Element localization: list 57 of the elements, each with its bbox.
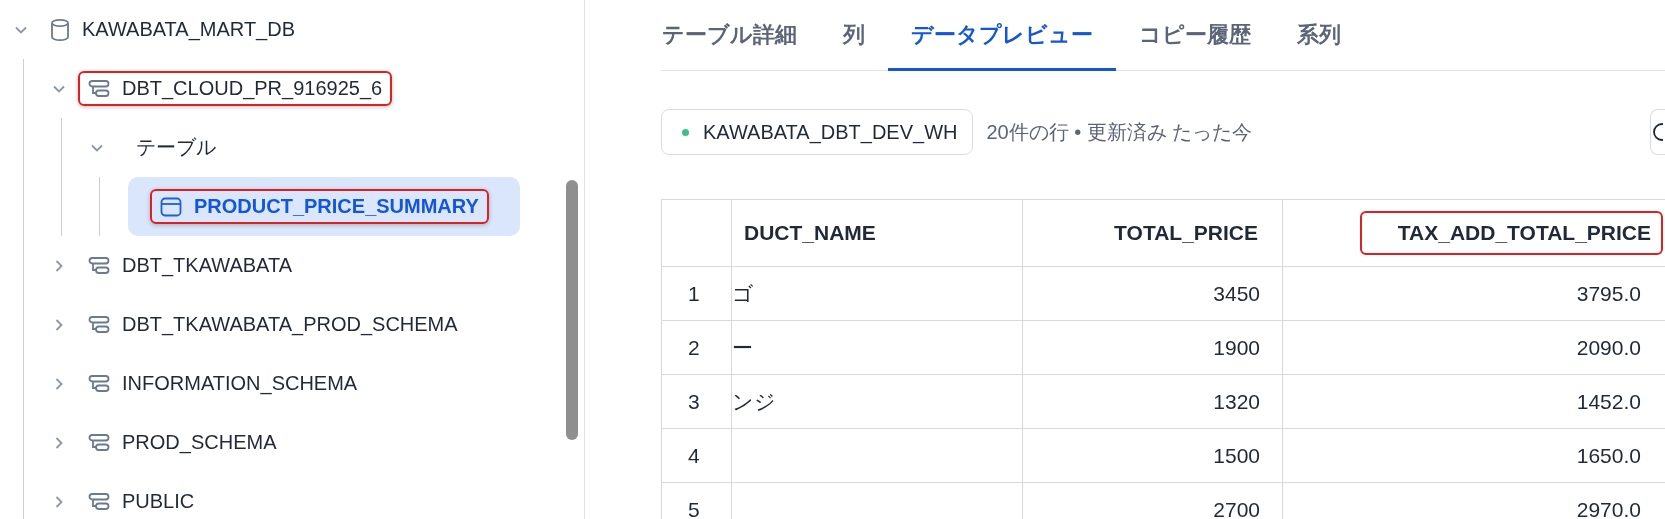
row-number: 4 [688,443,700,468]
row-summary: 20件の行 • 更新済み たった今 [986,119,1253,145]
row-number: 3 [688,389,700,414]
table-cell: 2970.0 [1576,497,1641,519]
table-cell: 1320 [1213,389,1260,414]
tree-label: PUBLIC [122,490,195,513]
tree-item[interactable]: PROD_SCHEMA [52,413,584,472]
row-number: 5 [688,497,700,519]
tree-label: KAWABATA_MART_DB [82,18,295,41]
schema-icon [88,314,110,335]
tree-label: PROD_SCHEMA [122,431,277,454]
tab[interactable]: 系列 [1274,0,1364,71]
tree-item[interactable]: INFORMATION_SCHEMA [52,354,584,413]
database-icon [50,17,70,42]
warehouse-chip[interactable]: KAWABATA_DBT_DEV_WH [661,109,973,155]
table-cell: 2090.0 [1576,335,1641,360]
clock-icon [1651,121,1663,143]
tree-item[interactable]: テーブル [90,118,584,177]
schema-icon [88,432,110,453]
column-header[interactable]: TAX_ADD_TOTAL_PRICE [1359,211,1663,255]
table-cell: 3450 [1213,281,1260,306]
tree-label: PRODUCT_PRICE_SUMMARY [194,195,479,218]
column-header[interactable]: TOTAL_PRICE [1102,211,1270,255]
table-cell-text: ー [732,334,753,361]
tree-item[interactable]: KAWABATA_MART_DB [14,0,584,59]
table-cell: 1650.0 [1576,443,1641,468]
schema-icon [88,78,110,99]
tree-label: DBT_TKAWABATA_PROD_SCHEMA [122,313,458,336]
tree-label: INFORMATION_SCHEMA [122,372,358,395]
tree-item[interactable]: DBT_CLOUD_PR_916925_6 [52,59,584,118]
table-cell: 1452.0 [1576,389,1641,414]
tab[interactable]: データプレビュー [888,0,1116,71]
tab[interactable]: テーブル詳細 [661,0,820,71]
schema-icon [88,373,110,394]
tree-item[interactable]: DBT_TKAWABATA [52,236,584,295]
tab[interactable]: 列 [820,0,888,71]
scrollbar-thumb[interactable] [566,180,578,440]
tree-item[interactable]: PUBLIC [52,472,584,519]
tab[interactable]: コピー履歴 [1116,0,1274,71]
table-icon [160,196,182,217]
row-number: 2 [688,335,700,360]
table-cell: 1500 [1213,443,1260,468]
row-number: 1 [688,281,700,306]
table-cell: 2700 [1213,497,1260,519]
schema-icon [88,491,110,512]
tree-label: テーブル [136,135,216,160]
table-cell: 1900 [1213,335,1260,360]
table-cell-text: ンジ [732,388,776,415]
tree-item[interactable]: PRODUCT_PRICE_SUMMARY [128,177,520,236]
table-cell-text: ゴ [732,280,754,307]
clock-button[interactable] [1650,109,1665,155]
column-header[interactable]: DUCT_NAME [732,211,888,255]
tree-item[interactable]: DBT_TKAWABATA_PROD_SCHEMA [52,295,584,354]
tree-label: DBT_CLOUD_PR_916925_6 [122,77,383,100]
schema-icon [88,255,110,276]
table-cell: 3795.0 [1576,281,1641,306]
tree-label: DBT_TKAWABATA [122,254,293,277]
